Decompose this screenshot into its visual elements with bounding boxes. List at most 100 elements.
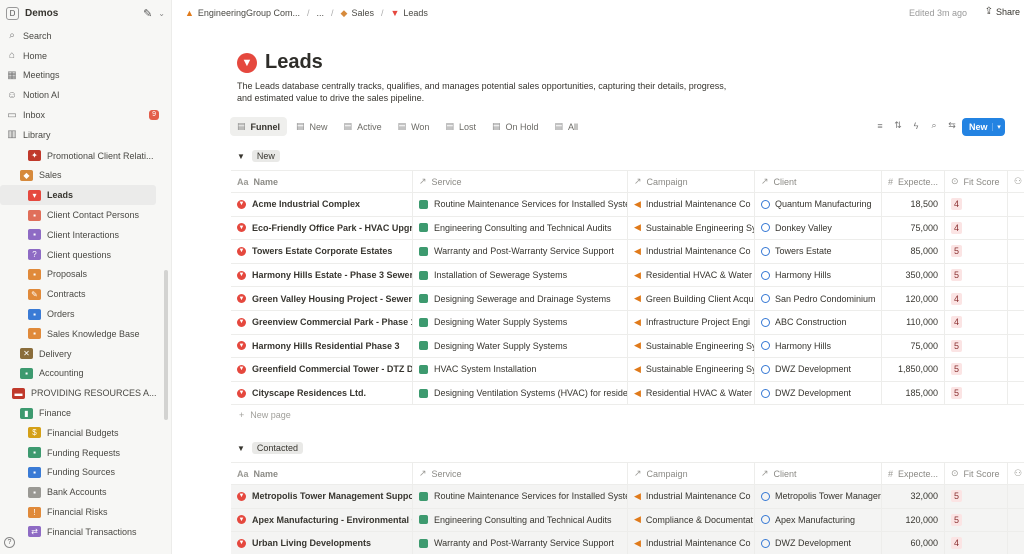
people-cell[interactable] <box>1008 217 1024 240</box>
new-page-icon[interactable]: ✎ <box>143 7 152 20</box>
people-cell[interactable] <box>1008 358 1024 381</box>
workspace-switcher[interactable]: D Demos ✎ ⌄ <box>0 0 171 26</box>
sidebar-page-item[interactable]: ⇄ Financial Transactions <box>0 522 171 542</box>
expected-value-cell[interactable]: 75,000 <box>882 216 945 240</box>
chevron-down-icon[interactable]: ▾ <box>992 123 1005 131</box>
help-icon[interactable]: ? <box>4 537 15 548</box>
service-cell[interactable]: Routine Maintenance Services for Install… <box>413 193 628 216</box>
expected-value-cell[interactable]: 85,000 <box>882 240 945 263</box>
people-cell[interactable] <box>1008 240 1024 263</box>
expected-column-header[interactable]: # Expecte... <box>882 463 945 484</box>
people-cell[interactable] <box>1008 193 1024 216</box>
client-column-header[interactable]: ↗ Client <box>755 463 882 484</box>
sidebar-page-item[interactable]: ? Client questions <box>0 245 171 265</box>
people-cell[interactable] <box>1008 509 1024 532</box>
page-description[interactable]: The Leads database centrally tracks, qua… <box>237 80 727 104</box>
fit-score-cell[interactable]: 5 <box>945 358 1008 381</box>
sidebar-page-item[interactable]: ▪ Sales Knowledge Base <box>0 324 171 344</box>
people-cell[interactable] <box>1008 382 1024 405</box>
table-row[interactable]: ▼ Green Valley Housing Project - Sewerag D… <box>231 287 1024 311</box>
sidebar-item-notion-ai[interactable]: ☺ Notion AI <box>0 85 171 105</box>
expected-value-cell[interactable]: 120,000 <box>882 508 945 532</box>
service-cell[interactable]: Installation of Sewerage Systems <box>413 263 628 287</box>
sidebar-page-item[interactable]: ✦ Promotional Client Relati... <box>0 146 171 166</box>
expected-value-cell[interactable]: 18,500 <box>882 193 945 216</box>
expected-value-cell[interactable]: 60,000 <box>882 532 945 554</box>
expected-value-cell[interactable]: 32,000 <box>882 485 945 508</box>
campaign-cell[interactable]: ◀ Compliance & Documentat <box>628 508 755 532</box>
campaign-cell[interactable]: ◀ Industrial Maintenance Co <box>628 193 755 216</box>
campaign-cell[interactable]: ◀ Sustainable Engineering Sy <box>628 216 755 240</box>
lead-name-cell[interactable]: ▼ Harmony Hills Residential Phase 3 <box>231 334 413 358</box>
fit-score-cell[interactable]: 4 <box>945 311 1008 334</box>
service-cell[interactable]: HVAC System Installation <box>413 358 628 381</box>
table-row[interactable]: ▼ Cityscape Residences Ltd. Designing Vent… <box>231 381 1024 406</box>
service-cell[interactable]: Warranty and Post-Warranty Service Suppo… <box>413 532 628 554</box>
lead-name-cell[interactable]: ▼ Towers Estate Corporate Estates <box>231 240 413 263</box>
lead-name-cell[interactable]: ▼ Harmony Hills Estate - Phase 3 Sewerag <box>231 263 413 287</box>
service-cell[interactable]: Designing Ventilation Systems (HVAC) for… <box>413 381 628 405</box>
people-column-header[interactable]: ⚇ <box>1008 463 1024 484</box>
share-button[interactable]: ⇪ Share <box>985 6 1020 17</box>
expected-value-cell[interactable]: 185,000 <box>882 381 945 405</box>
campaign-cell[interactable]: ◀ Sustainable Engineering Sy <box>628 358 755 381</box>
campaign-cell[interactable]: ◀ Residential HVAC & Water <box>628 381 755 405</box>
page-title[interactable]: Leads <box>265 51 323 74</box>
sidebar-page-item[interactable]: ▪ Proposals <box>0 265 171 285</box>
breadcrumb-item[interactable]: ▲ EngineeringGroup Com... <box>185 8 300 18</box>
client-cell[interactable]: Harmony Hills <box>755 263 882 287</box>
fit-score-cell[interactable]: 5 <box>945 334 1008 358</box>
people-cell[interactable] <box>1008 335 1024 358</box>
tab-on-hold[interactable]: ▤ On Hold <box>485 117 546 136</box>
new-page-button[interactable]: + New page <box>239 410 297 420</box>
table-row[interactable]: ▼ Harmony Hills Residential Phase 3 Design… <box>231 334 1024 359</box>
table-row[interactable]: ▼ Greenview Commercial Park - Phase 1 Desi… <box>231 311 1024 335</box>
client-cell[interactable]: ABC Construction <box>755 311 882 334</box>
people-cell[interactable] <box>1008 311 1024 334</box>
people-cell[interactable] <box>1008 264 1024 287</box>
service-column-header[interactable]: ↗ Service <box>413 171 628 192</box>
service-cell[interactable]: Engineering Consulting and Technical Aud… <box>413 216 628 240</box>
chevron-down-icon[interactable]: ⌄ <box>158 9 165 18</box>
lead-name-cell[interactable]: ▼ Urban Living Developments <box>231 532 413 554</box>
table-row[interactable]: ▼ Eco-Friendly Office Park - HVAC Upgrad E… <box>231 216 1024 241</box>
service-cell[interactable]: Routine Maintenance Services for Install… <box>413 485 628 508</box>
people-cell[interactable] <box>1008 287 1024 310</box>
sidebar-page-item[interactable]: ▪ Funding Sources <box>0 463 171 483</box>
sidebar-item-meetings[interactable]: ▦ Meetings <box>0 66 171 86</box>
client-cell[interactable]: Apex Manufacturing <box>755 508 882 532</box>
caret-down-icon[interactable]: ▼ <box>237 444 245 453</box>
lead-name-cell[interactable]: ▼ Greenfield Commercial Tower - DTZ Dev <box>231 358 413 381</box>
lead-name-cell[interactable]: ▼ Acme Industrial Complex <box>231 193 413 216</box>
client-cell[interactable]: DWZ Development <box>755 358 882 381</box>
campaign-cell[interactable]: ◀ Industrial Maintenance Co <box>628 485 755 508</box>
lead-name-cell[interactable]: ▼ Metropolis Tower Management Suppor <box>231 485 413 508</box>
group-header[interactable]: ▼ New <box>237 150 280 162</box>
client-cell[interactable]: Metropolis Tower Manager <box>755 485 882 508</box>
client-cell[interactable]: Quantum Manufacturing <box>755 193 882 216</box>
lead-name-cell[interactable]: ▼ Eco-Friendly Office Park - HVAC Upgrad <box>231 216 413 240</box>
sidebar-item-search[interactable]: ⌕ Search <box>0 26 171 46</box>
sidebar-page-item[interactable]: ▪ Accounting <box>0 364 171 384</box>
people-cell[interactable] <box>1008 485 1024 508</box>
breadcrumb-item[interactable]: ◆ Sales <box>341 8 374 19</box>
service-cell[interactable]: Warranty and Post-Warranty Service Suppo… <box>413 240 628 263</box>
client-cell[interactable]: DWZ Development <box>755 381 882 405</box>
sidebar-page-item[interactable]: ▮ Finance <box>0 403 171 423</box>
name-column-header[interactable]: Aa Name <box>231 171 413 192</box>
expected-value-cell[interactable]: 350,000 <box>882 263 945 287</box>
table-row[interactable]: ▼ Towers Estate Corporate Estates Warranty… <box>231 240 1024 264</box>
client-column-header[interactable]: ↗ Client <box>755 171 882 192</box>
fit-score-cell[interactable]: 5 <box>945 381 1008 405</box>
sidebar-page-item[interactable]: ◆ Sales <box>0 166 171 186</box>
funnel-icon[interactable]: ▼ <box>237 52 257 73</box>
expected-value-cell[interactable]: 1,850,000 <box>882 358 945 381</box>
sidebar-item-home[interactable]: ⌂ Home <box>0 46 171 66</box>
search-icon[interactable]: ⌕ <box>925 120 943 131</box>
fit-score-cell[interactable]: 4 <box>945 532 1008 554</box>
campaign-cell[interactable]: ◀ Industrial Maintenance Co <box>628 532 755 554</box>
expected-value-cell[interactable]: 110,000 <box>882 311 945 334</box>
sidebar-scrollbar[interactable] <box>164 270 168 420</box>
name-column-header[interactable]: Aa Name <box>231 463 413 484</box>
client-cell[interactable]: Harmony Hills <box>755 334 882 358</box>
